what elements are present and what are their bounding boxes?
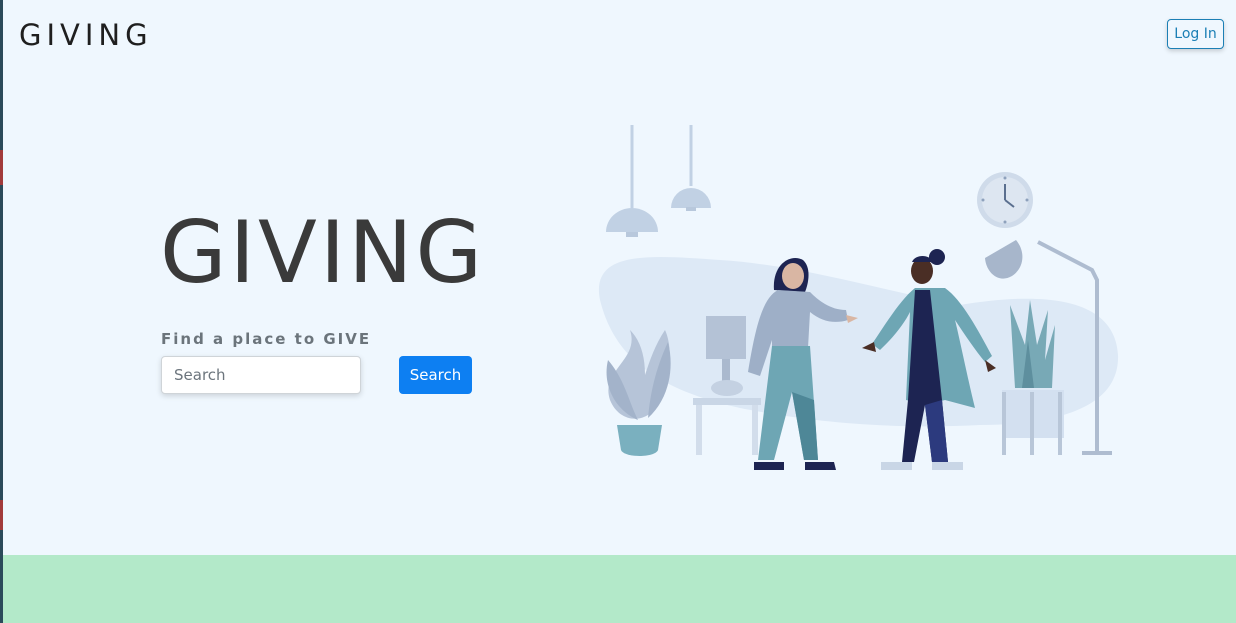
edge-mark bbox=[0, 150, 3, 185]
hero-subtitle: Find a place to GIVE bbox=[161, 330, 372, 348]
pendant-lamp-icon bbox=[606, 125, 658, 237]
search-input[interactable] bbox=[161, 356, 361, 394]
footer-band bbox=[3, 555, 1236, 623]
search-button[interactable]: Search bbox=[399, 356, 472, 394]
edge-mark bbox=[0, 500, 3, 530]
hero-illustration bbox=[598, 125, 1119, 470]
brand-logo[interactable]: GIVING bbox=[19, 18, 153, 52]
hero-title: GIVING bbox=[160, 203, 486, 303]
window-left-edge bbox=[0, 0, 3, 623]
potted-plant-icon bbox=[606, 330, 671, 456]
pendant-lamp-icon bbox=[671, 125, 711, 211]
login-button[interactable]: Log In bbox=[1167, 19, 1224, 49]
wall-clock-icon bbox=[977, 172, 1033, 228]
